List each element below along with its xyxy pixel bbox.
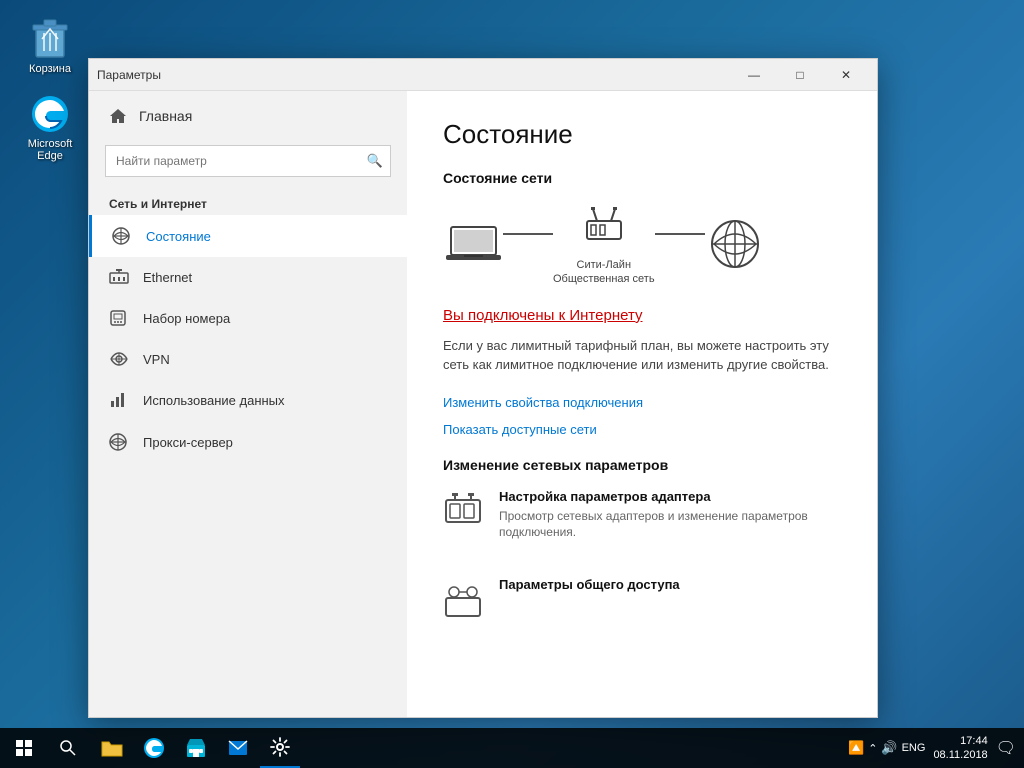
sidebar-item-proxy[interactable]: Прокси-сервер	[89, 421, 407, 463]
taskbar-mail[interactable]	[218, 728, 258, 768]
taskbar-search[interactable]	[48, 728, 88, 768]
settings-window: Параметры — □ ✕ Главная	[88, 58, 878, 718]
desktop-icon-edge[interactable]: Microsoft Edge	[15, 90, 85, 166]
sidebar-item-status[interactable]: Состояние	[89, 215, 407, 257]
status-icon	[112, 227, 132, 245]
expand-tray-icon: ⌃	[868, 742, 877, 755]
sidebar-item-status-label: Состояние	[146, 229, 211, 244]
sidebar-search: 🔍	[105, 145, 391, 177]
sharing-settings-icon	[443, 579, 483, 619]
adapter-settings-icon	[443, 491, 483, 531]
network-status-title: Состояние сети	[443, 170, 841, 186]
adapter-settings-desc: Просмотр сетевых адаптеров и изменение п…	[499, 508, 841, 542]
recycle-bin-icon	[30, 19, 70, 59]
start-button[interactable]	[0, 728, 48, 768]
taskbar-right: 🔼 ⌃ 🔊 ENG 17:44 08.11.2018 🗨	[848, 734, 1024, 763]
sidebar-item-ethernet[interactable]: Ethernet	[89, 257, 407, 297]
taskbar-apps	[92, 728, 300, 768]
sidebar-item-dialup[interactable]: Набор номера	[89, 297, 407, 339]
minimize-button[interactable]: —	[731, 59, 777, 91]
desktop-icon-recycle[interactable]: Корзина	[15, 15, 85, 79]
sidebar-item-ethernet-label: Ethernet	[143, 270, 192, 285]
maximize-button[interactable]: □	[777, 59, 823, 91]
laptop-icon	[443, 219, 503, 269]
search-input[interactable]	[105, 145, 391, 177]
close-button[interactable]: ✕	[823, 59, 869, 91]
data-usage-icon	[109, 391, 129, 409]
vpn-icon	[109, 351, 129, 367]
network-tray-icon: 🔼	[848, 740, 864, 756]
taskbar-time: 17:44	[933, 734, 987, 748]
search-icon: 🔍	[367, 153, 383, 169]
window-controls: — □ ✕	[731, 59, 869, 91]
adapter-settings-title: Настройка параметров адаптера	[499, 489, 841, 504]
taskbar: 🔼 ⌃ 🔊 ENG 17:44 08.11.2018 🗨	[0, 728, 1024, 768]
main-content: Состояние Состояние сети	[407, 91, 877, 717]
internet-node	[705, 219, 765, 269]
desktop: Корзина Microsoft Edge Параметры — □ ✕	[0, 0, 1024, 768]
sidebar-item-home[interactable]: Главная	[89, 91, 407, 141]
recycle-bin-label: Корзина	[29, 63, 71, 75]
sidebar-home-label: Главная	[139, 108, 192, 124]
adapter-settings-item: Настройка параметров адаптера Просмотр с…	[443, 489, 841, 558]
change-connection-properties-link[interactable]: Изменить свойства подключения	[443, 395, 841, 410]
laptop-node	[443, 219, 503, 269]
windows-logo	[16, 740, 32, 756]
window-content: Главная 🔍 Сеть и Интернет	[89, 91, 877, 717]
page-title: Состояние	[443, 119, 841, 150]
sidebar-item-vpn[interactable]: VPN	[89, 339, 407, 379]
taskbar-store[interactable]	[176, 728, 216, 768]
language-indicator: ENG	[902, 742, 926, 754]
connected-desc: Если у вас лимитный тарифный план, вы мо…	[443, 336, 841, 375]
sharing-settings-item: Параметры общего доступа	[443, 577, 841, 635]
router-icon	[574, 202, 634, 252]
sharing-settings-text: Параметры общего доступа	[499, 577, 680, 596]
adapter-settings-text: Настройка параметров адаптера Просмотр с…	[499, 489, 841, 542]
line-2	[655, 233, 705, 235]
taskbar-edge[interactable]	[134, 728, 174, 768]
dialup-icon	[109, 309, 129, 327]
taskbar-search-icon	[60, 740, 76, 756]
sidebar-item-vpn-label: VPN	[143, 352, 170, 367]
sidebar: Главная 🔍 Сеть и Интернет	[89, 91, 407, 717]
sidebar-item-dialup-label: Набор номера	[143, 311, 230, 326]
line-1	[503, 233, 553, 235]
sidebar-item-data-usage[interactable]: Использование данных	[89, 379, 407, 421]
sidebar-item-data-usage-label: Использование данных	[143, 393, 285, 408]
sharing-settings-title: Параметры общего доступа	[499, 577, 680, 592]
home-icon	[109, 107, 127, 125]
taskbar-file-explorer[interactable]	[92, 728, 132, 768]
taskbar-date: 08.11.2018	[933, 748, 987, 762]
notification-icon[interactable]: 🗨	[996, 738, 1016, 758]
window-title: Параметры	[97, 68, 731, 82]
edge-label: Microsoft Edge	[19, 138, 81, 162]
change-settings-title: Изменение сетевых параметров	[443, 457, 841, 473]
taskbar-system-icons: 🔼 ⌃ 🔊 ENG	[848, 740, 925, 756]
router-node: Сити-Лайн Общественная сеть	[553, 202, 655, 287]
title-bar: Параметры — □ ✕	[89, 59, 877, 91]
show-available-networks-link[interactable]: Показать доступные сети	[443, 422, 841, 437]
edge-icon	[30, 94, 70, 134]
proxy-icon	[109, 433, 129, 451]
globe-icon	[705, 219, 765, 269]
sidebar-section-title: Сеть и Интернет	[89, 189, 407, 215]
network-diagram: Сити-Лайн Общественная сеть	[443, 202, 841, 287]
ethernet-icon	[109, 269, 129, 285]
sidebar-item-proxy-label: Прокси-сервер	[143, 435, 233, 450]
taskbar-settings[interactable]	[260, 728, 300, 768]
network-name: Сити-Лайн Общественная сеть	[553, 258, 655, 287]
connected-status: Вы подключены к Интернету	[443, 307, 841, 324]
speaker-icon: 🔊	[881, 740, 897, 756]
taskbar-datetime: 17:44 08.11.2018	[933, 734, 987, 763]
